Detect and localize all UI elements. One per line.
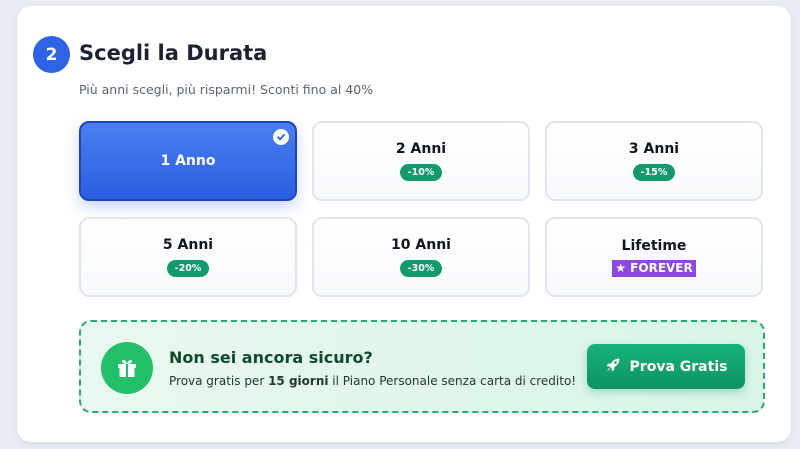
check-icon bbox=[273, 129, 289, 145]
duration-option-3-years[interactable]: 3 Anni -15% bbox=[545, 121, 763, 201]
rocket-icon bbox=[605, 357, 621, 377]
trial-title: Non sei ancora sicuro? bbox=[169, 348, 373, 367]
step-number-badge: 2 bbox=[33, 36, 70, 73]
option-label: 5 Anni bbox=[162, 237, 214, 253]
duration-option-1-year[interactable]: 1 Anno bbox=[79, 121, 297, 201]
option-label: 1 Anno bbox=[160, 153, 216, 169]
duration-option-2-years[interactable]: 2 Anni -10% bbox=[312, 121, 530, 201]
page-subtitle: Più anni scegli, più risparmi! Sconti fi… bbox=[79, 82, 374, 97]
discount-badge: -15% bbox=[632, 164, 676, 181]
duration-option-lifetime[interactable]: Lifetime ★ FOREVER bbox=[545, 217, 763, 297]
free-trial-banner: Non sei ancora sicuro? Prova gratis per … bbox=[79, 320, 765, 413]
option-label: 2 Anni bbox=[395, 141, 447, 157]
duration-option-10-years[interactable]: 10 Anni -30% bbox=[312, 217, 530, 297]
option-label: 10 Anni bbox=[391, 237, 451, 253]
duration-option-5-years[interactable]: 5 Anni -20% bbox=[79, 217, 297, 297]
discount-badge: -10% bbox=[399, 164, 443, 181]
discount-badge: -30% bbox=[399, 260, 443, 277]
trial-days: 15 giorni bbox=[268, 374, 329, 388]
option-label: 3 Anni bbox=[628, 141, 680, 157]
free-trial-button[interactable]: Prova Gratis bbox=[587, 344, 745, 389]
free-trial-button-label: Prova Gratis bbox=[629, 358, 728, 375]
page-title: Scegli la Durata bbox=[79, 41, 268, 65]
gift-icon bbox=[101, 342, 153, 394]
trial-description: Prova gratis per 15 giorni il Piano Pers… bbox=[169, 374, 576, 388]
forever-badge: ★ FOREVER bbox=[612, 259, 696, 277]
trial-text-after: il Piano Personale senza carta di credit… bbox=[328, 374, 577, 388]
trial-text-before: Prova gratis per bbox=[169, 374, 269, 388]
option-label: Lifetime bbox=[621, 237, 687, 254]
discount-badge: -20% bbox=[166, 260, 210, 277]
